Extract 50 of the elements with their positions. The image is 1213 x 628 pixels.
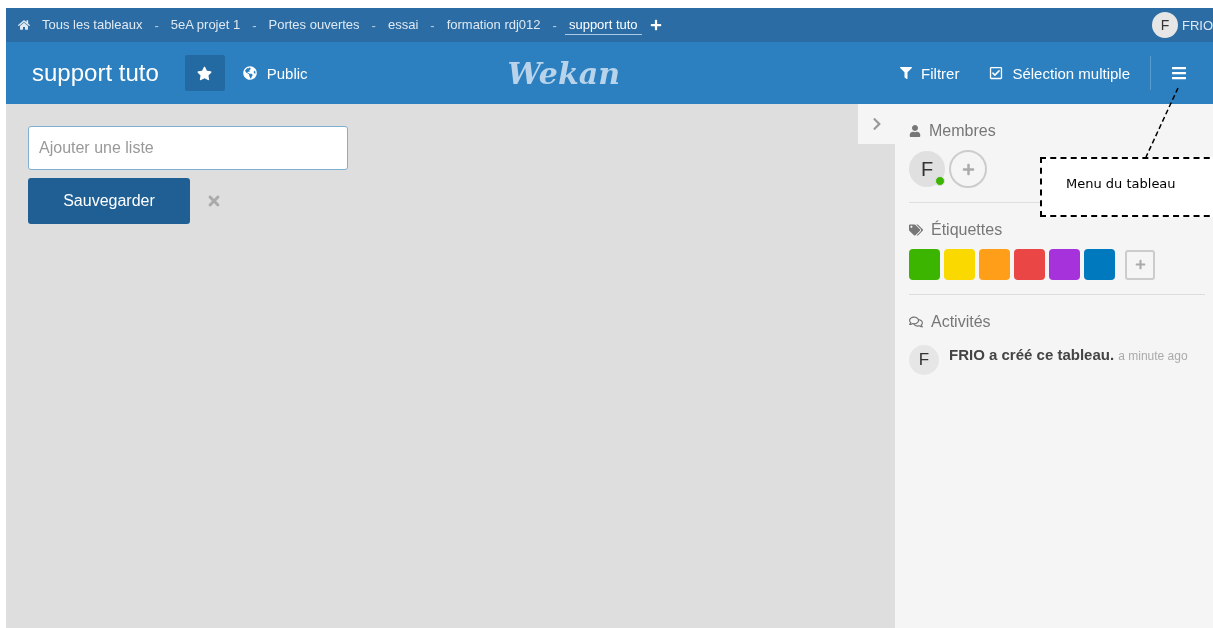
breadcrumb-separator: - xyxy=(552,17,557,33)
add-member-button[interactable] xyxy=(949,150,987,188)
breadcrumb-link[interactable]: support tuto xyxy=(564,15,642,35)
label-swatch[interactable] xyxy=(944,249,975,280)
label-swatch[interactable] xyxy=(1014,249,1045,280)
breadcrumb-link[interactable]: essai xyxy=(383,15,423,35)
label-swatch[interactable] xyxy=(909,249,940,280)
breadcrumb-link[interactable]: 5eA projet 1 xyxy=(166,15,245,35)
breadcrumb-separator: - xyxy=(430,17,435,33)
filter-icon xyxy=(900,67,913,79)
plus-icon xyxy=(1134,259,1146,270)
star-button[interactable] xyxy=(184,55,225,91)
member-avatar[interactable]: F xyxy=(909,151,945,187)
user-name[interactable]: FRIO xyxy=(1181,17,1213,33)
user-icon xyxy=(909,125,921,137)
header-action-link[interactable]: Sélection multiple xyxy=(989,64,1130,82)
logo: Wekan xyxy=(507,55,620,91)
section-title: Étiquettes xyxy=(931,221,1003,239)
comments-icon xyxy=(909,315,923,329)
section-title: Activités xyxy=(931,313,991,331)
activity-avatar: F xyxy=(909,345,939,375)
home-icon[interactable] xyxy=(18,19,30,31)
add-label-button[interactable] xyxy=(1125,249,1155,280)
board-title: support tuto xyxy=(32,59,159,87)
breadcrumb-separator: - xyxy=(371,17,376,33)
label-swatch[interactable] xyxy=(979,249,1010,280)
tags-icon xyxy=(909,223,923,237)
checkbox-icon xyxy=(989,66,1004,80)
activity-text: FRIO a créé ce tableau. a minute ago xyxy=(949,345,1188,365)
list-name-field[interactable]: Ajouter une liste xyxy=(28,126,348,170)
breadcrumb-link[interactable]: Portes ouvertes xyxy=(264,15,364,35)
header-action-link[interactable]: Filtrer xyxy=(900,64,960,82)
callout-text: Menu du tableau xyxy=(1040,157,1213,217)
visibility-link[interactable]: Public xyxy=(242,64,308,82)
label-swatch[interactable] xyxy=(1084,249,1115,280)
close-icon[interactable] xyxy=(206,193,222,209)
star-icon xyxy=(197,65,213,81)
breadcrumb-link[interactable]: Tous les tableaux xyxy=(38,15,147,35)
sidebar-toggle[interactable] xyxy=(858,104,895,144)
breadcrumb-link[interactable]: formation rdj012 xyxy=(442,15,545,35)
plus-icon xyxy=(961,162,975,176)
breadcrumb-separator: - xyxy=(252,17,257,33)
user-avatar[interactable]: F xyxy=(1151,12,1178,38)
breadcrumb-separator: - xyxy=(154,17,159,33)
globe-icon xyxy=(242,66,257,80)
section-title: Membres xyxy=(929,122,996,140)
add-icon[interactable] xyxy=(649,19,662,31)
save-button[interactable]: Sauvegarder xyxy=(28,178,190,224)
menu-icon xyxy=(1171,65,1187,81)
label-swatch[interactable] xyxy=(1049,249,1080,280)
